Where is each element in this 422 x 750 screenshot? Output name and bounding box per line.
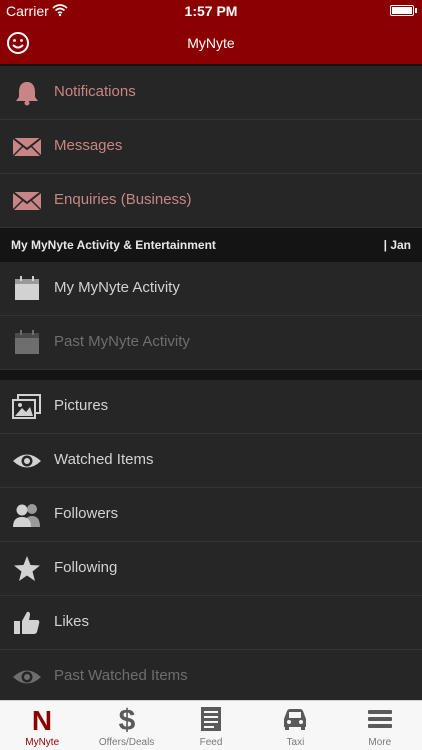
status-bar: Carrier 1:57 PM [0,0,422,22]
row-label: Past MyNyte Activity [54,333,190,350]
tab-more[interactable]: More [338,701,422,750]
tab-bar: N MyNyte $ Offers/Deals Feed Taxi More [0,700,422,750]
tab-label: More [368,737,392,748]
row-label: My MyNyte Activity [54,279,180,296]
row-label: Likes [54,613,90,630]
dollar-icon: $ [118,705,135,733]
tab-label: Feed [199,737,223,748]
pictures-icon [12,394,41,419]
nav-bar: MyNyte [0,22,422,66]
followers-row[interactable]: Followers [0,488,422,542]
menu-icon [367,710,392,728]
svg-text:$: $ [118,705,135,733]
notifications-row[interactable]: Notifications [0,66,422,120]
svg-text:N: N [32,705,52,733]
feed-icon [201,707,222,731]
row-label: Enquiries (Business) [54,191,192,208]
row-label: Followers [54,505,119,522]
tab-label: Offers/Deals [98,737,155,748]
row-label: Notifications [54,83,136,100]
tab-label: Taxi [286,737,305,748]
thumbs-up-icon [14,611,40,634]
tab-label: MyNyte [25,737,60,748]
past-activity-row[interactable]: Past MyNyte Activity [0,316,422,370]
tab-mynyte[interactable]: N MyNyte [0,701,84,750]
tab-taxi[interactable]: Taxi [253,701,337,750]
past-watched-items-row[interactable]: Past Watched Items [0,650,422,704]
eye-icon [13,670,41,684]
clock: 1:57 PM [184,3,238,19]
likes-row[interactable]: Likes [0,596,422,650]
month-selector[interactable]: | Jan [384,238,411,252]
battery-icon [390,5,417,16]
row-label: Past Watched Items [54,667,188,684]
pictures-row[interactable]: Pictures [0,380,422,434]
tab-offers-deals[interactable]: $ Offers/Deals [84,701,168,750]
envelope-icon [12,191,42,211]
watched-items-row[interactable]: Watched Items [0,434,422,488]
envelope-icon [12,137,42,157]
following-row[interactable]: Following [0,542,422,596]
mynyte-logo-icon: N [32,705,52,733]
car-icon [284,709,307,730]
row-label: Following [54,559,118,576]
menu-list: Notifications Messages Enquiries (Busine… [0,66,422,704]
eye-icon [13,454,41,468]
calendar-icon [15,276,39,300]
row-label: Messages [54,137,123,154]
section-title: My MyNyte Activity & Entertainment [11,238,216,252]
bell-icon [16,82,38,106]
tab-feed[interactable]: Feed [169,701,253,750]
page-title: MyNyte [187,35,235,51]
followers-icon [13,504,40,527]
section-spacer [0,370,422,380]
enquiries-row[interactable]: Enquiries (Business) [0,174,422,228]
star-icon [14,556,40,581]
my-activity-row[interactable]: My MyNyte Activity [0,262,422,316]
calendar-icon [15,330,39,354]
row-label: Pictures [54,397,109,414]
section-header: My MyNyte Activity & Entertainment | Jan [0,228,422,262]
messages-row[interactable]: Messages [0,120,422,174]
row-label: Watched Items [54,451,154,468]
